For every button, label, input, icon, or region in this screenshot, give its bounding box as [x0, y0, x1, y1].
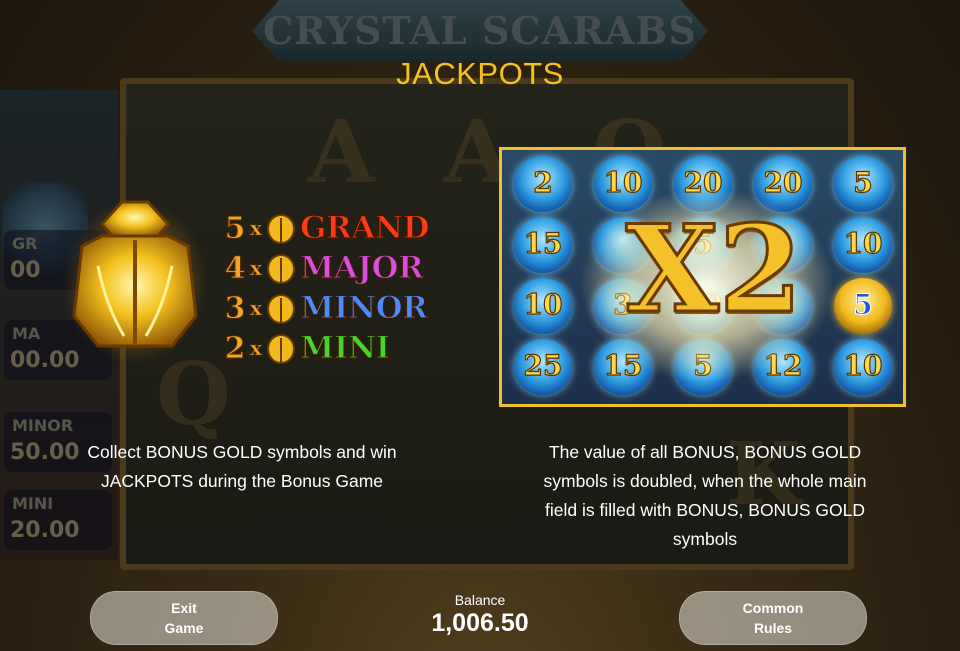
multiplier-label: X2	[624, 199, 804, 340]
gold-scarab-small-icon	[267, 334, 295, 364]
description-line: The value of all BONUS, BONUS GOLD	[548, 442, 862, 462]
grid-cell: 25	[508, 337, 578, 397]
jackpot-row-major: 4 x MAJOR	[224, 248, 429, 288]
times-sign: x	[250, 216, 263, 241]
description-line: symbols is doubled, when the whole main	[543, 471, 867, 491]
grid-cell: 15	[508, 215, 578, 275]
example-bonus-grid: 2102020515510103105251551210 X2	[499, 147, 906, 407]
jackpot-count: 3	[224, 290, 246, 326]
jackpot-count: 5	[224, 210, 246, 246]
balance-value: 1,006.50	[431, 609, 529, 637]
exit-game-button[interactable]: Exit Game	[90, 591, 278, 645]
grid-cell: 5	[828, 154, 898, 214]
cell-value: 5	[853, 288, 873, 322]
gold-scarab-icon	[62, 200, 208, 364]
cell-value: 10	[523, 287, 563, 321]
page-title: JACKPOTS	[396, 56, 564, 91]
jackpot-row-mini: 2 x MINI	[224, 328, 429, 368]
grid-cell: 5	[828, 276, 898, 336]
jackpot-row-minor: 3 x MINOR	[224, 288, 429, 328]
gold-scarab-small-icon	[267, 294, 295, 324]
jackpot-count: 2	[224, 330, 246, 366]
description-line: field is filled with BONUS, BONUS GOLD	[545, 500, 865, 520]
jackpot-list: 5 x GRAND 4 x MAJOR 3 x MINOR 2 x MINI	[224, 208, 430, 368]
cell-value: 25	[523, 348, 563, 382]
jackpot-name: MAJOR	[299, 249, 424, 286]
jackpot-name: GRAND	[299, 209, 430, 246]
jackpot-name: MINOR	[299, 289, 428, 326]
cell-value: 10	[843, 348, 883, 382]
exit-button-label: Game	[164, 620, 204, 636]
jackpot-count: 4	[224, 250, 246, 286]
cell-value: 2	[533, 165, 554, 199]
multiplier-description: The value of all BONUS, BONUS GOLD symbo…	[498, 438, 912, 554]
grid-cell: 10	[508, 276, 578, 336]
rules-button-label: Common	[742, 600, 804, 616]
cell-value: 5	[853, 165, 874, 199]
gold-scarab-small-icon	[267, 214, 295, 244]
exit-button-label: Exit	[171, 600, 197, 616]
description-line: symbols	[672, 529, 738, 549]
times-sign: x	[250, 256, 263, 281]
jackpot-description: Collect BONUS GOLD symbols and win JACKP…	[52, 438, 432, 496]
times-sign: x	[250, 296, 263, 321]
description-line: Collect BONUS GOLD symbols and win	[87, 442, 397, 462]
grid-cell: 10	[828, 215, 898, 275]
times-sign: x	[250, 336, 263, 361]
balance-label: Balance	[454, 592, 506, 608]
jackpot-name: MINI	[299, 329, 390, 366]
cell-value: 15	[523, 226, 563, 260]
cell-value: 10	[843, 226, 883, 260]
jackpot-row-grand: 5 x GRAND	[224, 208, 430, 248]
gold-scarab-small-icon	[267, 254, 295, 284]
grid-cell: 10	[828, 337, 898, 397]
description-line: JACKPOTS during the Bonus Game	[100, 471, 384, 491]
grid-cell: 2	[508, 154, 578, 214]
common-rules-button[interactable]: Common Rules	[679, 591, 867, 645]
rules-button-label: Rules	[753, 620, 793, 636]
